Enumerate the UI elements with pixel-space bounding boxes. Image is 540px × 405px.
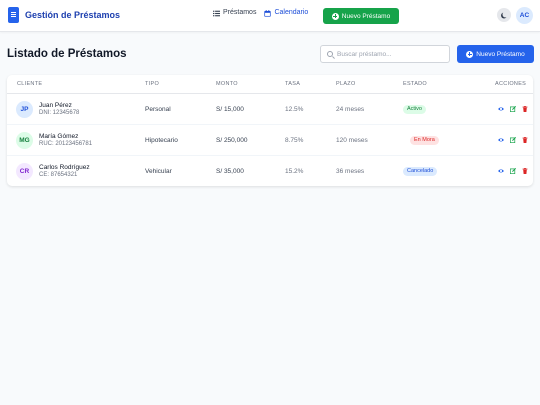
column-header-estado: ESTADO [403, 81, 428, 87]
nav-link-prestamos[interactable]: Préstamos [213, 7, 256, 19]
brand[interactable]: Gestión de Préstamos [8, 7, 120, 23]
client-avatar: MG [16, 132, 33, 149]
eye-icon[interactable] [498, 168, 504, 174]
column-header-tipo: TIPO [145, 81, 160, 87]
nav-link-label: Préstamos [223, 9, 257, 16]
eye-icon[interactable] [498, 106, 504, 112]
edit-icon[interactable] [510, 106, 516, 112]
loan-term: 36 meses [336, 168, 365, 175]
client-document: DNI: 12345678 [39, 110, 80, 116]
table-header: CLIENTE TIPO MONTO TASA PLAZO ESTADO ACC… [7, 75, 533, 94]
loan-amount: S/ 35,000 [216, 168, 244, 175]
user-avatar[interactable]: AC [516, 7, 533, 24]
loan-type: Vehicular [145, 168, 172, 175]
moon-icon [503, 12, 509, 18]
header-new-loan-button[interactable]: Nuevo Préstamo [323, 8, 399, 24]
table-row[interactable]: MG María Gómez RUC: 20123456781 Hipoteca… [7, 125, 533, 156]
client-avatar: JP [16, 101, 33, 118]
search-input[interactable] [337, 50, 447, 58]
client-document: RUC: 20123456781 [39, 141, 93, 147]
trash-icon[interactable] [522, 106, 528, 112]
loan-type: Hipotecario [145, 137, 178, 144]
row-actions [498, 106, 528, 112]
plus-circle-icon [466, 50, 474, 58]
column-header-monto: MONTO [216, 81, 238, 87]
loan-amount: S/ 15,000 [216, 106, 244, 113]
edit-icon[interactable] [510, 137, 516, 143]
nav-link-calendario[interactable]: Calendario [264, 7, 308, 19]
page-title: Listado de Préstamos [7, 48, 127, 60]
main-nav: Préstamos Calendario [213, 7, 308, 19]
client-avatar: CR [16, 163, 33, 180]
table-row[interactable]: JP Juan Pérez DNI: 12345678 Personal S/ … [7, 94, 533, 125]
status-badge: Cancelado [403, 167, 438, 176]
loan-term: 120 meses [336, 137, 368, 144]
row-actions [498, 168, 528, 174]
new-loan-label: Nuevo Préstamo [476, 50, 525, 58]
loan-rate: 8.75% [285, 137, 304, 144]
eye-icon[interactable] [498, 137, 504, 143]
header-new-loan-label: Nuevo Préstamo [341, 12, 391, 20]
theme-toggle-button[interactable] [497, 8, 511, 22]
search-box[interactable] [320, 45, 450, 63]
app-title: Gestión de Préstamos [25, 10, 121, 20]
trash-icon[interactable] [522, 168, 528, 174]
edit-icon[interactable] [510, 168, 516, 174]
new-loan-button[interactable]: Nuevo Préstamo [457, 45, 534, 63]
client-name: Juan Pérez [39, 102, 72, 109]
search-icon [327, 51, 333, 57]
document-icon [8, 7, 19, 23]
plus-circle-icon [331, 12, 339, 20]
list-icon [213, 10, 220, 17]
trash-icon[interactable] [522, 137, 528, 143]
client-document: CE: 87654321 [39, 172, 78, 178]
client-name: María Gómez [39, 133, 79, 140]
top-header: Gestión de Préstamos Préstamos Calendari… [0, 0, 540, 32]
loan-term: 24 meses [336, 106, 365, 113]
column-header-acciones: ACCIONES [495, 81, 527, 87]
status-badge: Activo [403, 105, 426, 114]
loan-rate: 15.2% [285, 168, 304, 175]
loans-table: CLIENTE TIPO MONTO TASA PLAZO ESTADO ACC… [7, 75, 533, 186]
client-name: Carlos Rodríguez [39, 164, 90, 171]
loan-type: Personal [145, 106, 171, 113]
loan-rate: 12.5% [285, 106, 304, 113]
column-header-tasa: TASA [285, 81, 301, 87]
status-badge: En Mora [410, 136, 439, 145]
row-actions [498, 137, 528, 143]
column-header-plazo: PLAZO [336, 81, 356, 87]
column-header-cliente: CLIENTE [17, 81, 43, 87]
calendar-icon [264, 9, 272, 17]
loan-amount: S/ 250,000 [216, 137, 248, 144]
table-row[interactable]: CR Carlos Rodríguez CE: 87654321 Vehicul… [7, 156, 533, 186]
nav-link-label: Calendario [274, 9, 309, 16]
